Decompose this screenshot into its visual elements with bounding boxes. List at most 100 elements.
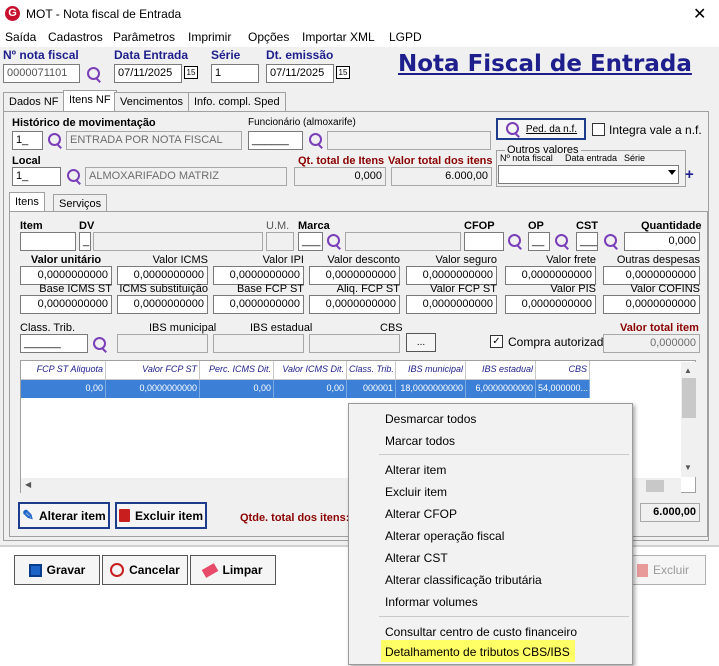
search-icon[interactable] bbox=[47, 132, 63, 148]
dv-input[interactable]: _ bbox=[79, 232, 91, 251]
compra-autorizada-checkbox[interactable]: ✓ bbox=[490, 335, 503, 348]
menu-item-alterar-cst[interactable]: Alterar CST bbox=[385, 551, 448, 565]
value-input[interactable]: 0,0000000000 bbox=[603, 295, 700, 314]
add-button[interactable]: + bbox=[685, 166, 694, 183]
menu-item-marcar-todos[interactable]: Marcar todos bbox=[385, 434, 455, 448]
limpar-button[interactable]: Limpar bbox=[190, 555, 276, 585]
menu-lgpd[interactable]: LGPD bbox=[389, 30, 422, 44]
menu-parametros[interactable]: Parâmetros bbox=[113, 30, 175, 44]
op-input[interactable]: __ bbox=[528, 232, 550, 251]
cancelar-button[interactable]: Cancelar bbox=[102, 555, 188, 585]
grid-header-cell[interactable]: IBS municipal bbox=[396, 361, 466, 380]
menu-item-excluir-item[interactable]: Excluir item bbox=[385, 485, 447, 499]
table-row-cell[interactable]: 0,0000000000 bbox=[106, 380, 200, 398]
value-input[interactable]: 0,0000000000 bbox=[309, 295, 400, 314]
tab-info-compl-sped[interactable]: Info. compl. Sped bbox=[188, 92, 286, 111]
ped-nf-button[interactable]: Ped. da n.f. bbox=[496, 118, 586, 140]
quantidade-input[interactable]: 0,000 bbox=[624, 232, 700, 251]
cfop-input[interactable] bbox=[464, 232, 504, 251]
menu-cadastros[interactable]: Cadastros bbox=[48, 30, 103, 44]
item-input[interactable] bbox=[20, 232, 76, 251]
menu-importar-xml[interactable]: Importar XML bbox=[302, 30, 375, 44]
data-entrada-input[interactable]: 07/11/2025 bbox=[114, 64, 182, 83]
funcionario-code-input[interactable]: ______ bbox=[248, 131, 303, 150]
tab-vencimentos[interactable]: Vencimentos bbox=[114, 92, 189, 111]
value-input[interactable]: 0,0000000000 bbox=[505, 295, 596, 314]
menu-imprimir[interactable]: Imprimir bbox=[188, 30, 231, 44]
chevron-up-icon[interactable]: ▲ bbox=[684, 366, 692, 375]
marca-input[interactable]: ___ bbox=[298, 232, 323, 251]
vertical-scrollbar[interactable]: ▲ ▼ bbox=[681, 362, 697, 477]
class-trib-label: Class. Trib. bbox=[20, 322, 76, 334]
table-row-cell[interactable]: 6,0000000000 bbox=[466, 380, 536, 398]
integra-checkbox[interactable] bbox=[592, 123, 605, 136]
valor-total-label: Valor total dos itens bbox=[388, 155, 493, 167]
search-icon[interactable] bbox=[66, 168, 82, 184]
menu-item-consultar-centro-custo[interactable]: Consultar centro de custo financeiro bbox=[385, 625, 577, 639]
dt-emissao-label: Dt. emissão bbox=[266, 48, 334, 62]
chevron-down-icon[interactable]: ▼ bbox=[684, 463, 692, 472]
menu-item-alterar-classificacao[interactable]: Alterar classificação tributária bbox=[385, 573, 542, 587]
value-input[interactable]: 0,0000000000 bbox=[406, 295, 497, 314]
calendar-icon[interactable]: 15 bbox=[336, 66, 350, 79]
field-label: Base FCP ST bbox=[236, 283, 304, 295]
cst-input[interactable]: ___ bbox=[576, 232, 598, 251]
value-input[interactable]: 0,0000000000 bbox=[20, 295, 112, 314]
table-row-cell[interactable]: 000001 bbox=[347, 380, 396, 398]
table-row-cell[interactable]: 0,00 bbox=[200, 380, 274, 398]
table-row-cell[interactable]: 18,0000000000 bbox=[396, 380, 466, 398]
field-label: Valor FCP ST bbox=[430, 283, 497, 295]
scroll-thumb[interactable] bbox=[682, 378, 696, 418]
table-row-cell[interactable]: 54,000000... bbox=[536, 380, 590, 398]
menu-saida[interactable]: Saída bbox=[5, 30, 36, 44]
menu-item-alterar-cfop[interactable]: Alterar CFOP bbox=[385, 507, 457, 521]
menu-item-alterar-item[interactable]: Alterar item bbox=[385, 463, 446, 477]
historico-code-input[interactable]: 1_ bbox=[12, 131, 43, 150]
search-icon[interactable] bbox=[326, 233, 342, 249]
search-icon[interactable] bbox=[308, 132, 324, 148]
value-input[interactable]: 0,0000000000 bbox=[117, 295, 208, 314]
menu-item-desmarcar-todos[interactable]: Desmarcar todos bbox=[385, 412, 476, 426]
class-trib-input[interactable]: ______ bbox=[20, 334, 88, 353]
alterar-item-button[interactable]: ✎ Alterar item bbox=[18, 502, 110, 529]
grid-header-cell[interactable]: CBS bbox=[536, 361, 590, 380]
context-menu: Desmarcar todos Marcar todos Alterar ite… bbox=[348, 403, 633, 665]
table-row-cell[interactable]: 0,00 bbox=[21, 380, 106, 398]
tab-itens-nf[interactable]: Itens NF bbox=[63, 90, 117, 111]
menu-item-informar-volumes[interactable]: Informar volumes bbox=[385, 595, 478, 609]
menu-item-alterar-operacao-fiscal[interactable]: Alterar operação fiscal bbox=[385, 529, 504, 543]
grid-header-cell[interactable]: Valor ICMS Dit. bbox=[274, 361, 347, 380]
nf-input[interactable]: 0000071101 bbox=[3, 64, 80, 83]
qtde-total-label: Qtde. total dos itens: bbox=[240, 512, 350, 524]
cbs-label: CBS bbox=[380, 322, 403, 334]
tab-itens[interactable]: Itens bbox=[9, 192, 45, 213]
menu-opcoes[interactable]: Opções bbox=[248, 30, 289, 44]
chevron-left-icon[interactable]: ◀ bbox=[25, 480, 31, 489]
value-input[interactable]: 0,0000000000 bbox=[213, 295, 304, 314]
serie-input[interactable]: 1 bbox=[211, 64, 259, 83]
menu-item-detalhamento-tributos[interactable]: Detalhamento de tributos CBS/IBS bbox=[385, 645, 570, 659]
local-code-input[interactable]: 1_ bbox=[12, 167, 61, 186]
compra-autorizada-label: Compra autorizada bbox=[508, 335, 611, 349]
scroll-thumb[interactable] bbox=[646, 480, 664, 492]
grid-header-cell[interactable]: IBS estadual bbox=[466, 361, 536, 380]
tab-dados-nf[interactable]: Dados NF bbox=[3, 92, 65, 111]
grid-header-cell[interactable]: FCP ST Aliquota bbox=[21, 361, 106, 380]
search-icon[interactable] bbox=[86, 66, 102, 82]
search-icon[interactable] bbox=[92, 336, 108, 352]
dt-emissao-input[interactable]: 07/11/2025 bbox=[266, 64, 334, 83]
calendar-icon[interactable]: 15 bbox=[184, 66, 198, 79]
gravar-button[interactable]: Gravar bbox=[14, 555, 100, 585]
cbs-more-button[interactable]: ... bbox=[406, 333, 436, 352]
funcionario-desc-field bbox=[327, 131, 491, 150]
search-icon[interactable] bbox=[507, 233, 523, 249]
search-icon[interactable] bbox=[603, 233, 619, 249]
grid-header-cell[interactable]: Valor FCP ST bbox=[106, 361, 200, 380]
grid-header-cell[interactable]: Perc. ICMS Dit. bbox=[200, 361, 274, 380]
grid-header-cell[interactable]: Class. Trib. bbox=[347, 361, 396, 380]
close-button[interactable]: ✕ bbox=[693, 4, 706, 24]
excluir-item-button[interactable]: Excluir item bbox=[115, 502, 207, 529]
table-row-cell[interactable]: 0,00 bbox=[274, 380, 347, 398]
outros-valores-dropdown[interactable] bbox=[498, 165, 679, 184]
search-icon[interactable] bbox=[554, 233, 570, 249]
